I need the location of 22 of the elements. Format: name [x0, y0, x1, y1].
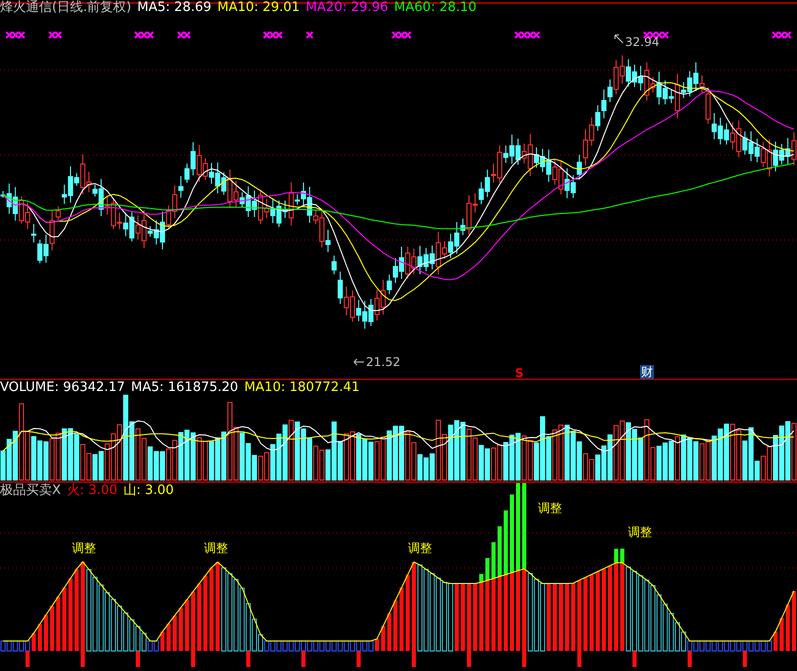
- volume-title: VOLUME: 96342.17: [0, 380, 125, 396]
- moving-average-value: MA20: 29.96: [306, 0, 388, 16]
- indicator-title: 极品买卖X: [0, 483, 61, 499]
- moving-average-value: MA10: 29.01: [217, 0, 300, 16]
- high-price-label: 32.94: [625, 35, 660, 49]
- arrow-icon: [353, 358, 365, 366]
- adjust-tag: 调整: [408, 541, 432, 555]
- volume-average-value: MA5: 161875.20: [130, 380, 238, 396]
- indicator-parameter: 山: 3.00: [123, 483, 174, 499]
- adjust-tag: 调整: [538, 501, 562, 515]
- indicator-parameter: 火: 3.00: [66, 483, 118, 499]
- adjust-tag: 调整: [204, 541, 228, 555]
- moving-average-value: MA60: 28.10: [394, 0, 477, 16]
- signal-marker: S: [515, 366, 524, 380]
- stock-title: 烽火通信(日线.前复权): [0, 0, 132, 16]
- adjust-tag: 调整: [72, 541, 96, 555]
- finance-badge: 财: [640, 365, 654, 379]
- low-price-label: 21.52: [366, 355, 400, 369]
- moving-average-value: MA5: 28.69: [137, 0, 212, 16]
- adjust-tag: 调整: [628, 525, 652, 539]
- volume-average-value: MA10: 180772.41: [244, 380, 360, 396]
- arrow-icon: [614, 34, 624, 44]
